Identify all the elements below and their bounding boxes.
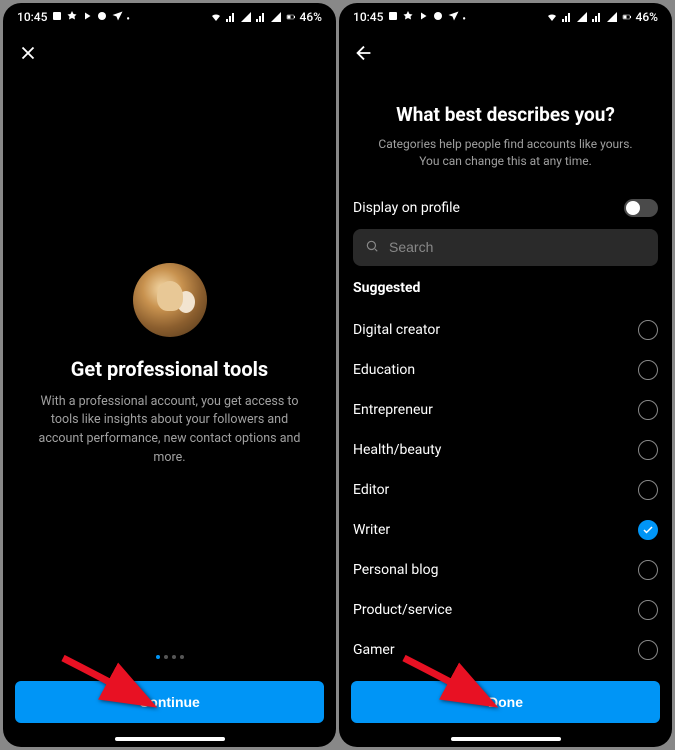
search-icon — [365, 238, 379, 257]
suggested-label: Suggested — [339, 280, 672, 310]
signal-icon — [240, 11, 252, 23]
right-screen: 10:45 • 46% What best describes you — [339, 3, 672, 747]
status-time: 10:45 — [353, 10, 383, 24]
signal-icon — [561, 11, 573, 23]
category-label: Gamer — [353, 642, 395, 658]
category-item[interactable]: Digital creator — [339, 310, 672, 350]
radio-icon[interactable] — [638, 600, 658, 620]
category-label: Personal blog — [353, 562, 438, 578]
signal-icon — [576, 11, 588, 23]
page-subtitle: With a professional account, you get acc… — [31, 393, 308, 468]
category-item[interactable]: Editor — [339, 470, 672, 510]
category-label: Writer — [353, 522, 390, 538]
signal-icon — [606, 11, 618, 23]
home-indicator[interactable] — [451, 737, 561, 741]
display-on-profile-toggle[interactable] — [624, 199, 658, 217]
status-bar: 10:45 • 46% — [339, 3, 672, 31]
page-title: What best describes you? — [363, 103, 648, 126]
radio-icon[interactable] — [638, 360, 658, 380]
category-label: Education — [353, 362, 415, 378]
battery-text: 46% — [636, 10, 658, 24]
signal-icon — [270, 11, 282, 23]
home-indicator[interactable] — [115, 737, 225, 741]
category-label: Entrepreneur — [353, 402, 433, 418]
category-label: Product/service — [353, 602, 452, 618]
status-icons-left: • — [51, 10, 129, 25]
radio-checked-icon[interactable] — [638, 520, 658, 540]
radio-icon[interactable] — [638, 560, 658, 580]
wifi-icon — [546, 11, 558, 23]
done-button[interactable]: Done — [351, 681, 660, 723]
radio-icon[interactable] — [638, 640, 658, 660]
category-item[interactable]: Personal blog — [339, 550, 672, 590]
category-item[interactable]: Product/service — [339, 590, 672, 630]
back-icon[interactable] — [353, 42, 375, 64]
page-subtitle: Categories help people find accounts lik… — [367, 136, 644, 171]
signal-icon — [225, 11, 237, 23]
category-item[interactable]: Entrepreneur — [339, 390, 672, 430]
radio-icon[interactable] — [638, 480, 658, 500]
close-icon[interactable] — [17, 42, 39, 64]
signal-icon — [255, 11, 267, 23]
wifi-icon — [210, 11, 222, 23]
radio-icon[interactable] — [638, 440, 658, 460]
category-label: Digital creator — [353, 322, 440, 338]
battery-icon — [621, 11, 633, 23]
display-on-profile-label: Display on profile — [353, 200, 460, 216]
page-title: Get professional tools — [71, 357, 268, 381]
continue-button[interactable]: Continue — [15, 681, 324, 723]
category-item[interactable]: Writer — [339, 510, 672, 550]
category-label: Editor — [353, 482, 389, 498]
status-icons-left: • — [387, 10, 465, 25]
category-item[interactable]: Gamer — [339, 630, 672, 670]
radio-icon[interactable] — [638, 320, 658, 340]
status-bar: 10:45 • 46% — [3, 3, 336, 31]
search-input[interactable] — [389, 239, 646, 255]
left-screen: 10:45 • 46% Get professional t — [3, 3, 336, 747]
battery-icon — [285, 11, 297, 23]
status-time: 10:45 — [17, 10, 47, 24]
category-label: Health/beauty — [353, 442, 441, 458]
page-indicator — [3, 655, 336, 659]
radio-icon[interactable] — [638, 400, 658, 420]
search-field[interactable] — [353, 229, 658, 266]
battery-text: 46% — [300, 10, 322, 24]
avatar — [133, 263, 207, 337]
category-item[interactable]: Health/beauty — [339, 430, 672, 470]
category-item[interactable]: Education — [339, 350, 672, 390]
signal-icon — [591, 11, 603, 23]
